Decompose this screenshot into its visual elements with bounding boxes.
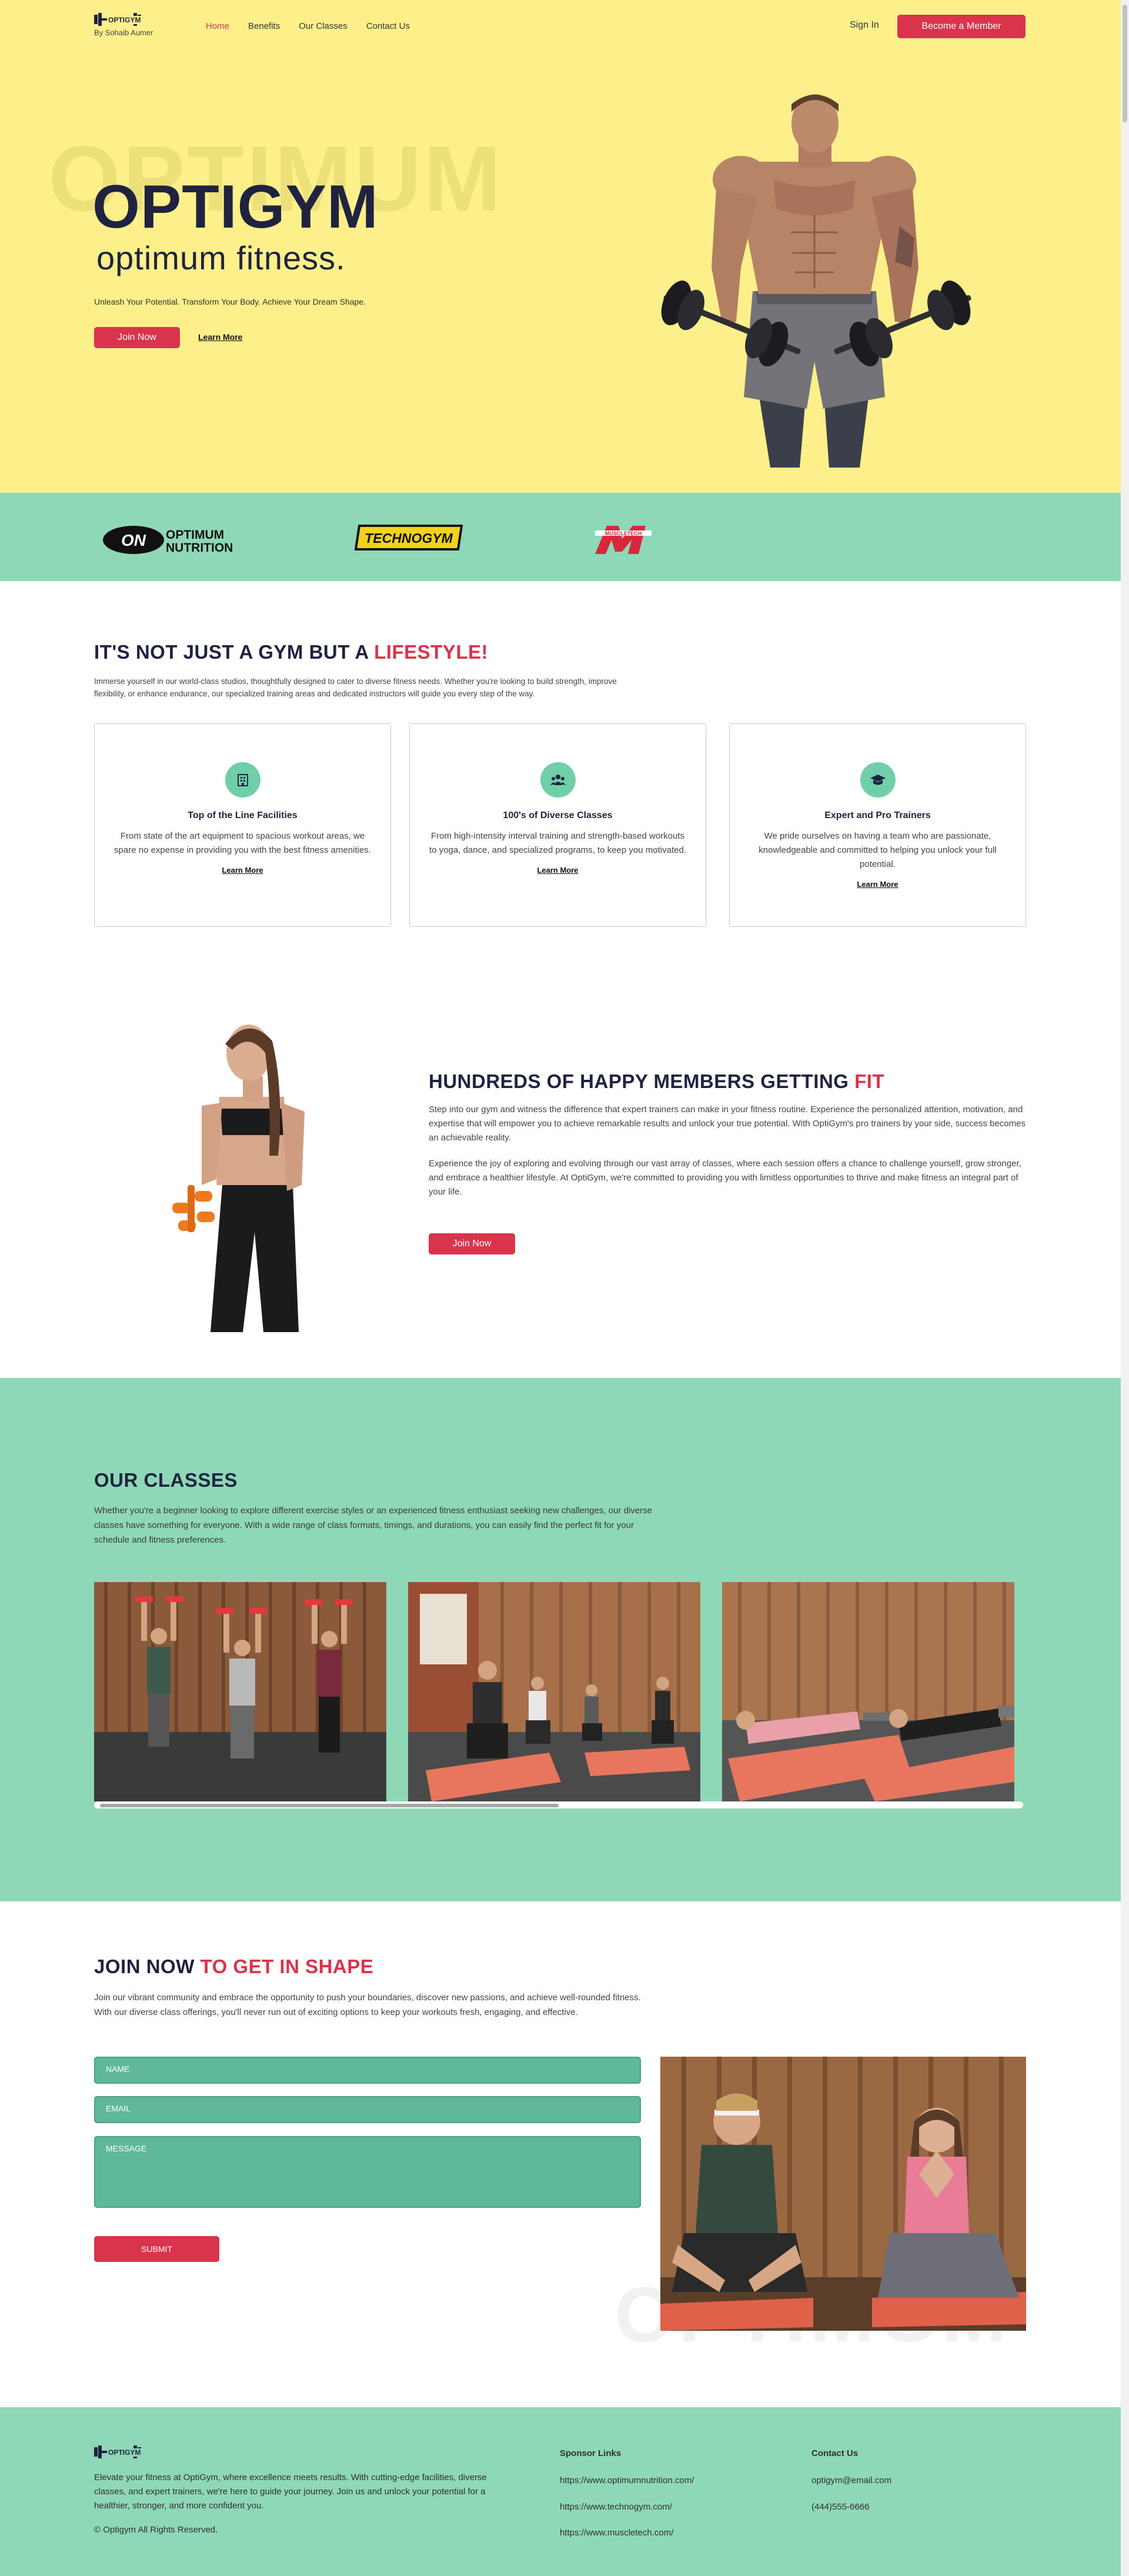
happy-paragraph-1: Step into our gym and witness the differ… [429, 1105, 1026, 1143]
hero-tagline: Unleash Your Potential. Transform Your B… [94, 297, 366, 306]
card-title: Expert and Pro Trainers [824, 810, 931, 820]
card-text: We pride ourselves on having a team who … [759, 831, 997, 869]
join-heading: JOIN NOW TO GET IN SHAPE [94, 1956, 373, 1978]
svg-text:OPTIMUM: OPTIMUM [166, 528, 224, 542]
nav-home[interactable]: Home [206, 21, 229, 31]
footer-logo[interactable]: OPTIGYM [94, 2445, 142, 2458]
hero-learn-more-link[interactable]: Learn More [198, 332, 242, 342]
hero-subtitle: optimum fitness. [96, 239, 346, 276]
email-field[interactable]: EMAIL [94, 2096, 641, 2123]
classes-intro: Whether you're a beginner looking to exp… [94, 1506, 652, 1545]
classes-section: OUR CLASSES Whether you're a beginner lo… [0, 1378, 1129, 1901]
lifestyle-heading-highlight: LIFESTYLE! [374, 641, 488, 663]
footer-description: Elevate your fitness at OptiGym, where e… [94, 2472, 487, 2511]
nav-contact-us[interactable]: Contact Us [366, 21, 410, 31]
hero-section: OPTIGYM By Sohaib Aumer Home Benefits Ou… [0, 0, 1129, 493]
happy-members-heading: HUNDREDS OF HAPPY MEMBERS GETTING FIT [429, 1070, 884, 1093]
dumbbell-icon: OPTIGYM [94, 13, 142, 26]
submit-button[interactable]: SUBMIT [94, 2236, 219, 2262]
page-scrollbar-thumb[interactable] [1123, 5, 1127, 122]
become-member-button[interactable]: Become a Member [897, 15, 1026, 38]
contact-heading: Contact Us [811, 2448, 859, 2458]
footer-copyright: © Optigym All Rights Reserved. [94, 2525, 218, 2535]
card-text: From state of the art equipment to spaci… [114, 831, 371, 855]
svg-text:TECHNOGYM: TECHNOGYM [365, 530, 453, 546]
class-image-lunges[interactable] [408, 1582, 700, 1801]
happy-paragraph-2: Experience the joy of exploring and evol… [429, 1159, 1021, 1197]
card-learn-more-link[interactable]: Learn More [222, 866, 263, 875]
page-scrollbar[interactable] [1121, 0, 1129, 2576]
page: OPTIGYM By Sohaib Aumer Home Benefits Ou… [0, 0, 1129, 2576]
group-icon [540, 762, 576, 798]
main-menu: Home Benefits Our Classes Contact Us [206, 21, 410, 31]
feature-card-facilities: Top of the Line Facilities From state of… [94, 723, 391, 927]
class-image-weights[interactable] [94, 1582, 386, 1801]
card-title: Top of the Line Facilities [188, 810, 298, 820]
lifestyle-heading: IT'S NOT JUST A GYM BUT A LIFESTYLE! [94, 641, 488, 663]
name-field[interactable]: NAME [94, 2057, 641, 2084]
logo-text: OPTIGYM [107, 16, 142, 24]
class-image-planks[interactable] [722, 1582, 1014, 1801]
navbar: OPTIGYM By Sohaib Aumer Home Benefits Ou… [94, 12, 1026, 41]
svg-text:ON: ON [121, 531, 146, 549]
message-field[interactable]: MESSAGE [94, 2136, 641, 2208]
logo[interactable]: OPTIGYM By Sohaib Aumer [94, 13, 153, 37]
footer: OPTIGYM Elevate your fitness at OptiGym,… [0, 2407, 1129, 2576]
classes-scroll-thumb[interactable] [100, 1804, 559, 1807]
bodybuilder-image [661, 94, 971, 468]
sponsor-link-optimum[interactable]: https://www.optimumnutrition.com/ [560, 2475, 694, 2485]
technogym-logo[interactable]: TECHNOGYM [355, 522, 466, 553]
woman-with-dumbbells-image [172, 1025, 305, 1332]
sponsor-link-technogym[interactable]: https://www.technogym.com/ [560, 2502, 672, 2512]
contact-email[interactable]: optigym@email.com [811, 2475, 891, 2485]
optimum-nutrition-logo[interactable]: ON OPTIMUM NUTRITION [101, 522, 242, 558]
hero-title: OPTIGYM [92, 173, 379, 241]
card-learn-more-link[interactable]: Learn More [537, 866, 578, 875]
lifestyle-intro: Immerse yourself in our world-class stud… [94, 677, 617, 698]
dumbbell-icon: OPTIGYM [94, 2445, 142, 2458]
feature-card-trainers: Expert and Pro Trainers We pride ourselv… [729, 723, 1026, 927]
lifestyle-heading-main: IT'S NOT JUST A GYM BUT A [94, 641, 375, 663]
sign-in-link[interactable]: Sign In [850, 20, 879, 31]
building-icon [225, 762, 260, 798]
nav-benefits[interactable]: Benefits [248, 21, 280, 31]
feature-card-classes: 100's of Diverse Classes From high-inten… [409, 723, 706, 927]
card-text: From high-intensity interval training an… [429, 831, 686, 855]
sponsors-bar: ON OPTIMUM NUTRITION TECHNOGYM MUSCLETEC… [0, 493, 1129, 581]
happy-heading-highlight: FIT [854, 1070, 885, 1092]
couple-stretching-image [660, 2057, 1026, 2331]
svg-text:MUSCLETECH: MUSCLETECH [605, 530, 642, 536]
sponsor-link-muscletech[interactable]: https://www.muscletech.com/ [560, 2528, 673, 2538]
footer-logo-text: OPTIGYM [107, 2448, 142, 2457]
logo-byline: By Sohaib Aumer [94, 28, 153, 37]
svg-text:NUTRITION: NUTRITION [166, 541, 233, 555]
join-heading-highlight: TO GET IN SHAPE [200, 1956, 374, 1977]
card-learn-more-link[interactable]: Learn More [857, 880, 898, 889]
join-intro: Join our vibrant community and embrace t… [94, 1993, 641, 2017]
sponsor-links-heading: Sponsor Links [560, 2448, 622, 2458]
graduation-cap-icon [860, 762, 896, 798]
nav-our-classes[interactable]: Our Classes [299, 21, 348, 31]
hero-join-button[interactable]: Join Now [94, 327, 180, 348]
contact-phone: (444)555-6666 [811, 2502, 870, 2512]
card-title: 100's of Diverse Classes [503, 810, 613, 820]
happy-heading-main: HUNDREDS OF HAPPY MEMBERS GETTING [429, 1070, 855, 1092]
happy-join-button[interactable]: Join Now [429, 1233, 515, 1254]
muscletech-logo[interactable]: MUSCLETECH [592, 522, 656, 555]
join-heading-main: JOIN NOW [94, 1956, 201, 1977]
classes-heading: OUR CLASSES [94, 1469, 238, 1491]
